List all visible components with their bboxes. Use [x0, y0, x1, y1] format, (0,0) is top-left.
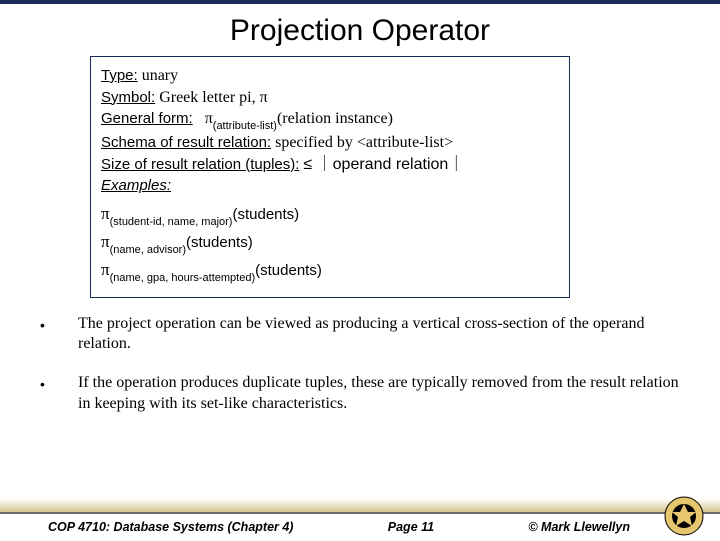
definition-box: Type: unary Symbol: Greek letter pi, π G…	[90, 56, 570, 298]
size-label: Size of result relation (tuples):	[101, 156, 299, 173]
pi-symbol: π	[101, 260, 110, 279]
def-size: Size of result relation (tuples): ≤ ｜ope…	[101, 154, 559, 176]
example-3: π(name, gpa, hours-attempted)(students)	[101, 259, 559, 284]
schema-label: Schema of result relation:	[101, 134, 271, 151]
footer-rule	[0, 512, 720, 514]
bullet-2-text: If the operation produces duplicate tupl…	[78, 373, 680, 415]
def-schema: Schema of result relation: specified by …	[101, 132, 559, 154]
examples-block: π(student-id, name, major)(students) π(n…	[101, 203, 559, 284]
bullet-marker: •	[40, 373, 50, 415]
footer: COP 4710: Database Systems (Chapter 4) P…	[0, 500, 720, 540]
footer-text: COP 4710: Database Systems (Chapter 4) P…	[48, 520, 630, 534]
type-label: Type:	[101, 67, 138, 84]
pi-symbol: π	[101, 232, 110, 251]
footer-copyright: © Mark Llewellyn	[528, 520, 630, 534]
type-value: unary	[142, 67, 178, 84]
example-3-rel: (students)	[255, 262, 322, 279]
example-1: π(student-id, name, major)(students)	[101, 203, 559, 228]
example-2-sub: (name, advisor)	[110, 244, 186, 256]
size-value: ≤ ｜operand relation｜	[303, 156, 464, 173]
footer-page: Page 11	[388, 520, 434, 534]
def-examples-label: Examples:	[101, 175, 559, 197]
ucf-logo-icon	[664, 496, 704, 536]
bullet-list: • The project operation can be viewed as…	[40, 314, 680, 415]
bullet-1-text: The project operation can be viewed as p…	[78, 314, 680, 356]
pi-symbol: π	[101, 204, 110, 223]
footer-course: COP 4710: Database Systems (Chapter 4)	[48, 520, 293, 534]
slide: Projection Operator Type: unary Symbol: …	[0, 0, 720, 540]
examples-label: Examples:	[101, 177, 171, 194]
example-1-rel: (students)	[232, 206, 299, 223]
content-area: Type: unary Symbol: Greek letter pi, π G…	[0, 56, 720, 540]
def-symbol: Symbol: Greek letter pi, π	[101, 87, 559, 109]
form-label: General form:	[101, 110, 193, 127]
example-2: π(name, advisor)(students)	[101, 231, 559, 256]
top-rule	[0, 0, 720, 4]
form-subscript: (attribute-list)	[213, 120, 277, 132]
bullet-marker: •	[40, 314, 50, 356]
def-general-form: General form: π(attribute-list)(relation…	[101, 108, 559, 132]
example-1-sub: (student-id, name, major)	[110, 216, 233, 228]
symbol-label: Symbol:	[101, 89, 155, 106]
def-type: Type: unary	[101, 65, 559, 87]
pi-symbol: π	[205, 110, 213, 127]
slide-title: Projection Operator	[0, 14, 720, 48]
symbol-value: Greek letter pi, π	[159, 89, 267, 106]
schema-value: specified by <attribute-list>	[275, 134, 453, 151]
bullet-item-2: • If the operation produces duplicate tu…	[40, 373, 680, 415]
form-tail: (relation instance)	[277, 110, 393, 127]
bullet-item-1: • The project operation can be viewed as…	[40, 314, 680, 356]
example-3-sub: (name, gpa, hours-attempted)	[110, 272, 256, 284]
example-2-rel: (students)	[186, 234, 253, 251]
